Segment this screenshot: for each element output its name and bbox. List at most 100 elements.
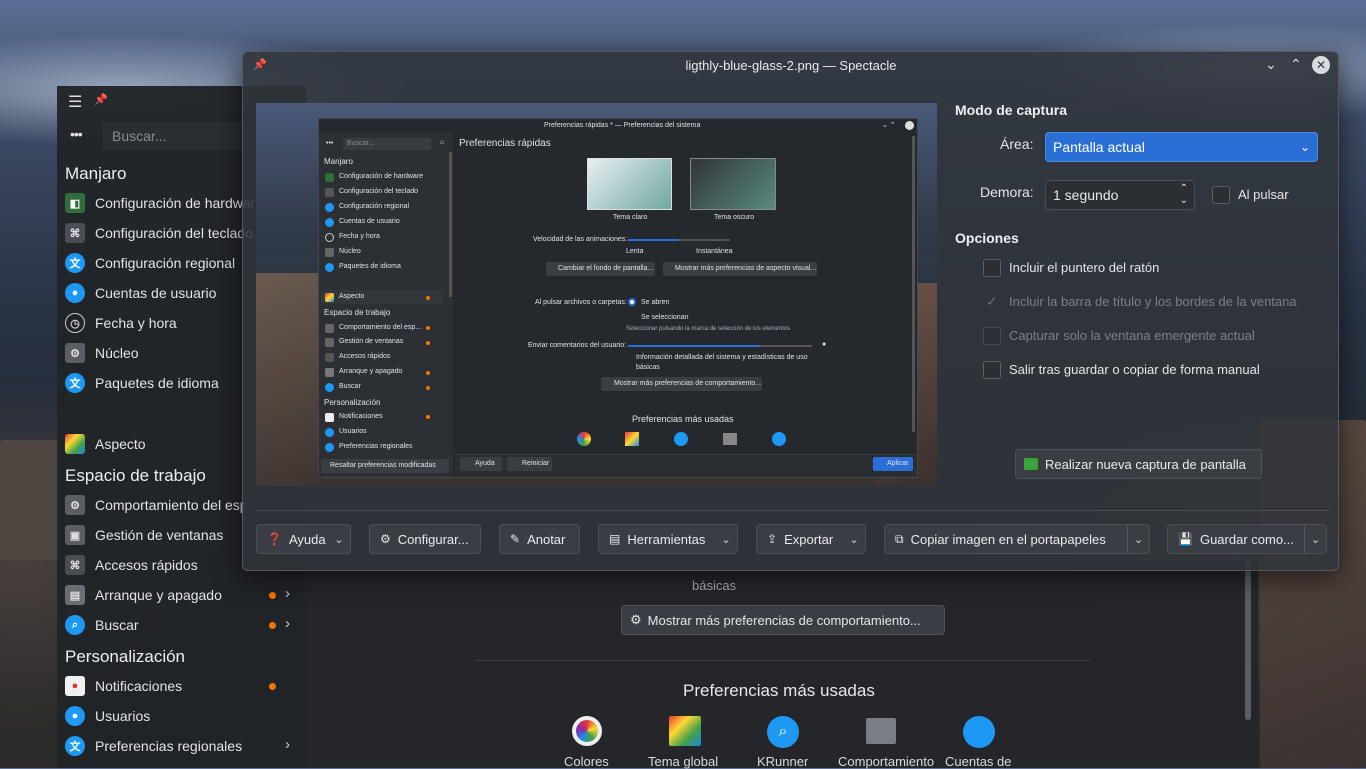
preview-window-controls: ⌄ ⌃ <box>882 122 896 129</box>
preview-home-icon: ⌂ <box>440 139 445 146</box>
bg-item-label: Buscar <box>95 617 139 633</box>
preview-behavior-icon <box>723 433 737 445</box>
help-button[interactable]: ❓ Ayuda ⌄ <box>256 524 351 554</box>
minimize-icon[interactable]: ⌄ <box>1265 56 1277 73</box>
preview-icon <box>325 338 334 347</box>
preview-scrollbar <box>912 136 915 432</box>
preview-colors-icon <box>577 432 591 446</box>
spin-arrows-icon[interactable]: ⌃ ⌄ <box>1180 183 1188 207</box>
krunner-icon[interactable]: ⌕ <box>767 716 799 748</box>
behavior-icon[interactable] <box>866 718 896 744</box>
bg-most-used-label: Comportamiento <box>838 754 935 769</box>
preview-icon <box>325 203 334 212</box>
preview-icon <box>325 443 334 452</box>
preview-anim-slider <box>628 239 730 241</box>
bg-more-behavior-button[interactable]: ⚙ Mostrar más preferencias de comportamie… <box>621 605 945 635</box>
gear-icon: ⚙ <box>380 532 391 546</box>
appearance-icon <box>65 434 85 454</box>
preview-selects: Se seleccionan <box>641 314 689 321</box>
preview-select-hint: Seleccionar pulsando la marca de selecci… <box>626 326 791 332</box>
area-select[interactable]: Pantalla actual ⌄ <box>1045 132 1318 162</box>
include-pointer-checkbox[interactable] <box>983 259 1001 277</box>
bg-more-icon[interactable]: ••• <box>70 126 83 142</box>
global-theme-icon[interactable] <box>669 716 701 746</box>
preview-icon <box>325 218 334 227</box>
preview-theme-light <box>587 158 672 210</box>
preview-feedback-desc2: básicas <box>636 364 660 371</box>
bg-divider <box>476 660 1090 661</box>
preview-icon <box>325 248 334 257</box>
button-label: Ayuda <box>288 531 326 547</box>
preview-section: Espacio de trabajo <box>324 308 391 317</box>
bg-hamburger-icon[interactable]: ☰ <box>68 92 82 112</box>
bg-item-label: Usuarios <box>95 708 151 724</box>
bg-item-label: Configuración del teclado <box>95 225 253 241</box>
capture-mode-heading: Modo de captura <box>955 102 1068 118</box>
button-label: Mostrar más preferencias de comportamien… <box>647 612 921 628</box>
configure-button[interactable]: ⚙ Configurar... <box>369 524 481 554</box>
chevron-down-icon[interactable]: ⌄ <box>1304 525 1326 553</box>
preview-theme-light-label: Tema claro <box>613 214 648 221</box>
bg-item-label: Accesos rápidos <box>95 557 198 573</box>
workspace-icon: ⚙ <box>65 495 85 515</box>
hardware-icon: ◧ <box>65 193 85 213</box>
quit-after-save-checkbox[interactable] <box>983 361 1001 379</box>
preview-item: Núcleo <box>339 248 361 255</box>
preview-item: Gestión de ventanas <box>339 338 404 345</box>
chevron-down-icon: ⌄ <box>1299 140 1310 154</box>
close-icon[interactable]: ✕ <box>1312 56 1330 74</box>
annotate-button[interactable]: ✎ Anotar <box>499 524 580 554</box>
save-icon: 💾 <box>1178 532 1193 546</box>
new-capture-button[interactable]: Realizar nueva captura de pantalla <box>1015 449 1262 479</box>
preview-btn-behavior-label: Mostrar más preferencias de comportamien… <box>614 380 762 387</box>
bg-item-label: Cuentas de usuario <box>95 285 217 301</box>
chevron-right-icon: › <box>285 615 290 632</box>
maximize-icon[interactable]: ⌃ <box>1290 56 1302 73</box>
preview-icon <box>325 383 334 392</box>
chevron-down-icon: ⌄ <box>721 533 731 546</box>
preview-feedback: Enviar comentarios del usuario: <box>528 342 627 349</box>
bg-item-label: Comportamiento del espacio de trabajo <box>95 497 245 513</box>
tools-button[interactable]: ▤ Herramientas ⌄ <box>598 524 738 554</box>
preview-help-label: Ayuda <box>475 460 495 467</box>
preview-item: Cuentas de usuario <box>339 218 400 225</box>
save-as-button[interactable]: 💾 Guardar como... ⌄ <box>1167 524 1327 554</box>
bg-item-label: Configuración de hardware <box>95 195 264 211</box>
copy-clipboard-button[interactable]: ⧉ Copiar imagen en el portapapeles ⌄ <box>884 524 1150 554</box>
preview-theme-dark-label: Tema oscuro <box>714 214 755 221</box>
preview-accounts-icon <box>772 432 786 446</box>
popup-only-checkbox[interactable] <box>983 327 1001 345</box>
chevron-down-icon[interactable]: ⌄ <box>1127 525 1149 553</box>
preview-dot <box>426 341 430 345</box>
bg-search-input[interactable]: Buscar... <box>102 122 262 150</box>
colors-icon[interactable] <box>572 716 602 746</box>
copy-icon: ⧉ <box>895 531 904 546</box>
bg-section-workspace: Espacio de trabajo <box>65 466 206 485</box>
toolbox-icon: ▤ <box>609 532 621 546</box>
preview-icon <box>325 188 334 197</box>
button-label: Exportar <box>784 531 834 547</box>
users-icon: ● <box>65 706 85 726</box>
preview-click-label: Al pulsar archivos o carpetas: <box>535 299 627 306</box>
on-click-checkbox[interactable] <box>1212 186 1230 204</box>
preview-item: Arranque y apagado <box>339 368 403 375</box>
preview-icon <box>325 263 334 272</box>
include-titlebar-checkbox[interactable]: ✓ <box>983 292 1001 310</box>
accounts-icon[interactable] <box>963 716 995 748</box>
window-icon: ▣ <box>65 525 85 545</box>
notification-icon: ● <box>65 676 85 696</box>
preview-info-icon: ● <box>822 341 827 348</box>
quit-after-save-label: Salir tras guardar o copiar de forma man… <box>1009 362 1260 377</box>
bg-scrollbar[interactable] <box>1245 560 1251 720</box>
export-button[interactable]: ⇪ Exportar ⌄ <box>756 524 866 554</box>
preview-icon <box>325 233 334 242</box>
button-label: Configurar... <box>397 531 469 547</box>
preview-icon <box>325 173 334 182</box>
bg-pin-icon[interactable]: 📌 <box>94 93 108 106</box>
on-click-label: Al pulsar <box>1238 187 1289 202</box>
delay-spinbox[interactable]: 1 segundo ⌃ ⌄ <box>1045 180 1195 210</box>
preview-reset-label: Reiniciar <box>522 460 550 467</box>
chevron-down-icon: ⌄ <box>849 533 859 546</box>
preview-icon <box>325 413 334 422</box>
preview-dot <box>426 296 430 300</box>
